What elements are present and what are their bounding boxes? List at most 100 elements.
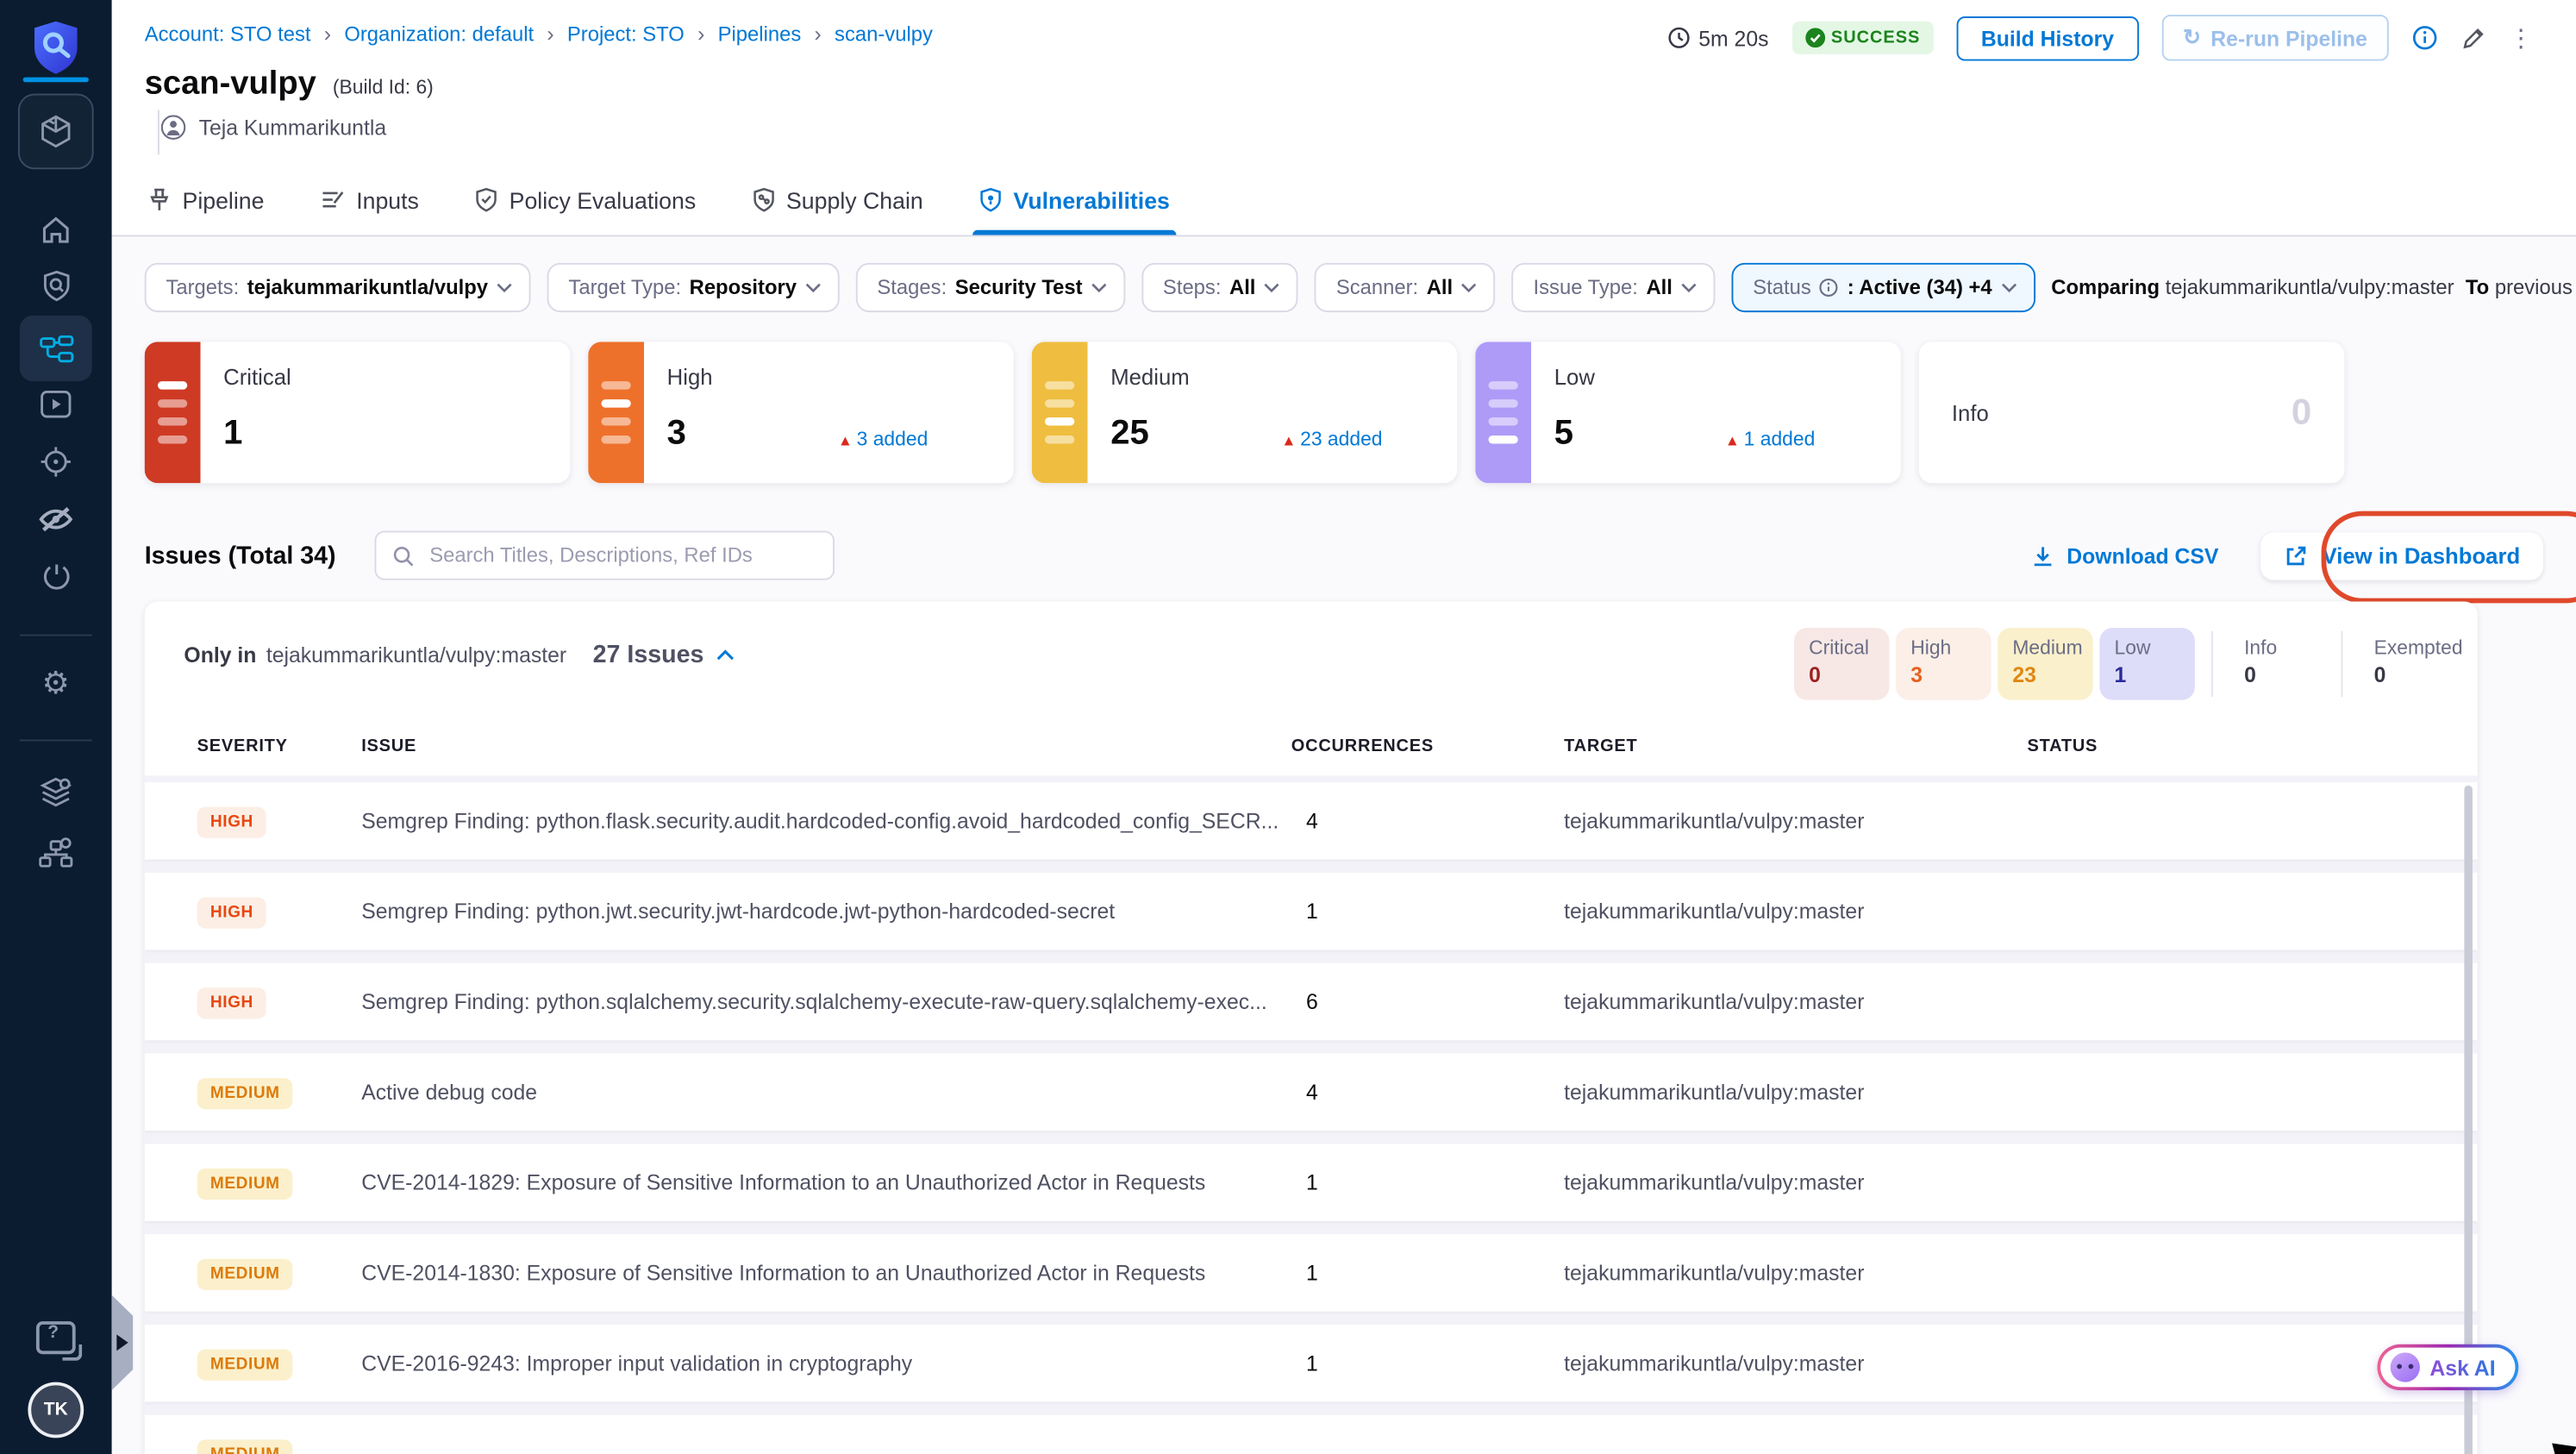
sidebar-item-getting-started[interactable] <box>0 548 112 605</box>
issue-title: CVE-2016-9243: Improper input validation… <box>361 1351 913 1376</box>
low-strip-icon <box>1475 342 1532 484</box>
status-info-icon <box>1819 278 1839 298</box>
edit-pencil-icon[interactable] <box>2461 26 2486 51</box>
sto-shield-logo-icon[interactable] <box>0 20 112 76</box>
status-badge: SUCCESS <box>1791 21 1934 54</box>
table-rows: HIGH Semgrep Finding: python.flask.secur… <box>144 775 2478 1454</box>
more-options-icon[interactable] <box>2509 23 2534 53</box>
power-icon <box>41 561 72 592</box>
critical-strip-icon <box>144 342 201 484</box>
ask-ai-button[interactable]: Ask AI <box>2377 1344 2519 1391</box>
filter-steps[interactable]: Steps: All <box>1141 262 1298 313</box>
home-icon <box>40 214 72 247</box>
sidebar-item-executions[interactable] <box>0 376 112 432</box>
filter-status[interactable]: Status : Active (34) +4 <box>1731 262 2035 313</box>
col-severity: SEVERITY <box>197 736 288 756</box>
table-row[interactable]: MEDIUM CVE-2016-9243: Improper input val… <box>144 1324 2478 1402</box>
page-title: scan-vulpy <box>144 66 316 103</box>
author-connector-line <box>157 110 159 155</box>
table-row[interactable]: MEDIUM Active debug code 4 tejakummariku… <box>144 1053 2478 1131</box>
table-row[interactable]: HIGH Semgrep Finding: python.sqlalchemy.… <box>144 962 2478 1041</box>
clock-icon <box>1667 26 1691 49</box>
chevron-up-icon <box>717 649 735 661</box>
executions-play-icon <box>40 390 72 419</box>
filter-issue-type[interactable]: Issue Type: All <box>1511 262 1716 313</box>
severity-badge: HIGH <box>197 896 267 928</box>
table-row[interactable]: HIGH Semgrep Finding: python.jwt.securit… <box>144 872 2478 950</box>
rerun-pipeline-button[interactable]: Re-run Pipeline <box>2161 15 2389 61</box>
tab-inputs[interactable]: Inputs <box>320 165 419 235</box>
severity-badge: HIGH <box>197 805 267 837</box>
module-selector[interactable] <box>0 93 112 170</box>
pill-low[interactable]: Low 1 <box>2099 627 2195 700</box>
breadcrumb-project[interactable]: Project: STO <box>534 22 685 47</box>
sidebar-item-organizations[interactable] <box>0 825 112 881</box>
tab-policy-evaluations[interactable]: Policy Evaluations <box>475 165 696 235</box>
issue-title: Semgrep Finding: python.sqlalchemy.secur… <box>361 989 1267 1014</box>
card-low: Low 5 1 added <box>1475 342 1901 484</box>
layers-gear-icon <box>38 777 74 810</box>
author-row: Teja Kummarikuntla <box>160 115 387 140</box>
sidebar-item-default-settings[interactable] <box>0 766 112 822</box>
table-row[interactable]: MEDIUM CVE-2014-1829: Exposure of Sensit… <box>144 1144 2478 1221</box>
external-link-icon <box>2285 543 2310 568</box>
build-id: (Build Id: 6) <box>332 75 434 99</box>
col-target: TARGET <box>1564 736 1638 756</box>
pill-high[interactable]: High 3 <box>1896 627 1991 700</box>
filter-target-type[interactable]: Target Type: Repository <box>547 262 840 313</box>
sidebar-item-targets[interactable] <box>0 434 112 490</box>
shield-check-icon <box>475 187 498 212</box>
download-csv-button[interactable]: Download CSV <box>2030 543 2218 567</box>
search-input[interactable] <box>426 542 817 569</box>
build-history-button[interactable]: Build History <box>1956 16 2139 60</box>
group-collapse-toggle[interactable]: 27 Issues <box>593 641 735 669</box>
table-row[interactable]: MEDIUM CVE-2014-1830: Exposure of Sensit… <box>144 1234 2478 1312</box>
tab-vulnerabilities[interactable]: Vulnerabilities <box>972 165 1177 235</box>
pill-exempted[interactable]: Exempted 0 <box>2359 628 2463 700</box>
search-box[interactable] <box>375 530 835 580</box>
check-circle-icon <box>1804 28 1825 48</box>
tab-supply-chain[interactable]: Supply Chain <box>752 165 923 235</box>
view-in-dashboard-button[interactable]: View in Dashboard <box>2261 531 2543 580</box>
sidebar-item-overview[interactable] <box>0 258 112 314</box>
cube-module-icon <box>38 113 74 149</box>
chevron-down-icon <box>805 283 822 293</box>
tab-pipeline[interactable]: Pipeline <box>148 165 264 235</box>
filter-bar: Targets: tejakummarikuntla/vulpy Target T… <box>144 262 2576 313</box>
help-chat-icon <box>35 1321 83 1361</box>
chevron-down-icon <box>1461 283 1478 293</box>
breadcrumb-organization[interactable]: Organization: default <box>311 22 534 47</box>
filter-targets[interactable]: Targets: tejakummarikuntla/vulpy <box>144 262 531 313</box>
org-hierarchy-gear-icon <box>38 837 74 869</box>
run-duration: 5m 20s <box>1667 26 1769 50</box>
author-name: Teja Kummarikuntla <box>198 115 387 140</box>
pill-divider <box>2341 630 2343 697</box>
pill-critical[interactable]: Critical 0 <box>1793 627 1890 700</box>
issues-title: Issues (Total 34) <box>144 541 336 570</box>
gear-icon <box>42 669 70 702</box>
filter-scanner[interactable]: Scanner: All <box>1315 262 1496 313</box>
sidebar-item-pipelines[interactable] <box>0 315 112 382</box>
user-avatar[interactable]: TK <box>0 1382 112 1438</box>
sidebar-item-home[interactable] <box>0 202 112 258</box>
col-occurrences: OCCURRENCES <box>1291 736 1434 756</box>
pill-info[interactable]: Info 0 <box>2229 628 2325 700</box>
sidebar-item-project-settings[interactable] <box>0 657 112 713</box>
breadcrumb-account[interactable]: Account: STO test <box>145 22 311 46</box>
issue-title: Active debug code <box>361 1079 538 1105</box>
table-row[interactable]: MEDIUM <box>144 1414 2478 1454</box>
table-row[interactable]: HIGH Semgrep Finding: python.flask.secur… <box>144 782 2478 860</box>
issue-title: Semgrep Finding: python.flask.security.a… <box>361 808 1279 834</box>
chevron-down-icon <box>1091 283 1107 293</box>
breadcrumb-pipelines[interactable]: Pipelines <box>685 22 802 47</box>
pill-medium[interactable]: Medium 23 <box>1998 627 2093 700</box>
sidebar-item-exemptions[interactable] <box>0 492 112 548</box>
info-icon[interactable] <box>2411 25 2437 51</box>
sidebar-item-help[interactable] <box>0 1310 112 1366</box>
card-medium: Medium 25 23 added <box>1031 342 1458 484</box>
severity-badge: MEDIUM <box>197 1077 293 1109</box>
pill-divider <box>2210 630 2213 697</box>
page-header: Account: STO test Organization: default … <box>111 0 2576 237</box>
pipeline-pin-icon <box>148 187 172 212</box>
filter-stages[interactable]: Stages: Security Test <box>855 262 1126 313</box>
